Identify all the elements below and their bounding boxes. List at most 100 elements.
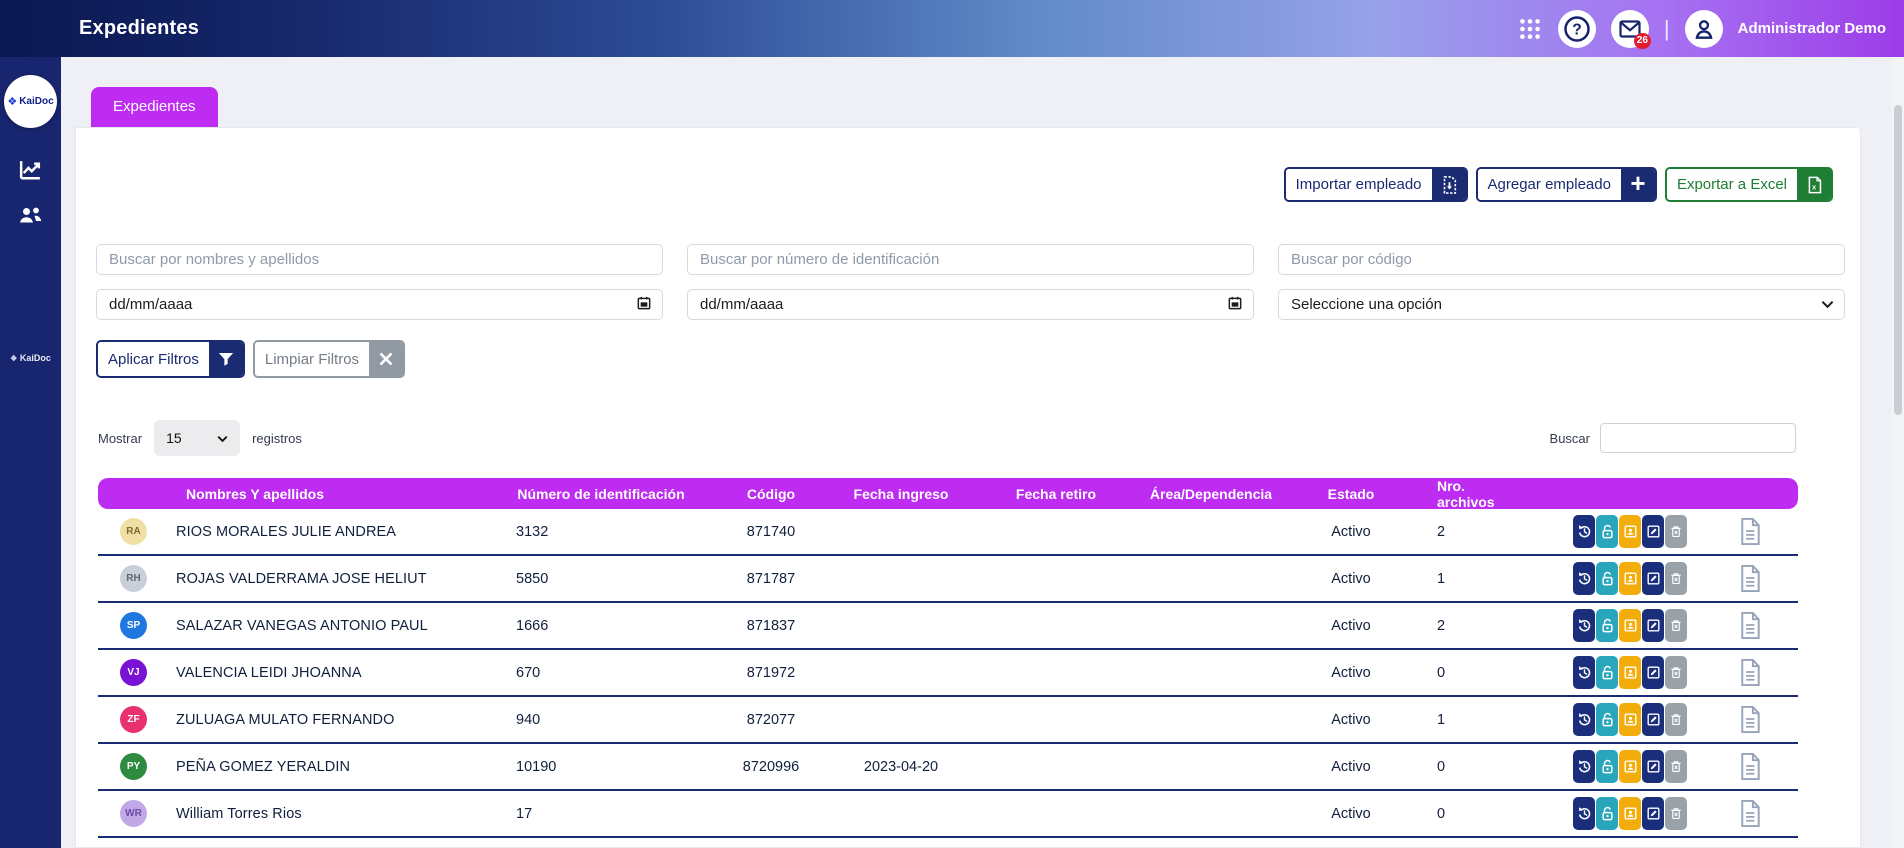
edit-button[interactable] (1642, 562, 1664, 595)
apply-filters-button[interactable]: Aplicar Filtros (96, 340, 245, 378)
table-search-input[interactable] (1600, 423, 1796, 453)
export-excel-label: Exportar a Excel (1666, 169, 1797, 200)
edit-button[interactable] (1642, 797, 1664, 830)
chevron-down-icon (1821, 296, 1834, 313)
history-button[interactable] (1573, 515, 1595, 548)
cell-actions (1521, 750, 1701, 783)
history-button[interactable] (1573, 750, 1595, 783)
history-button[interactable] (1573, 609, 1595, 642)
date-to-value: dd/mm/aaaa (700, 296, 784, 313)
column-header-id: Número de identificación (517, 486, 685, 502)
cell-files: 0 (1437, 758, 1446, 775)
document-button[interactable] (1738, 752, 1762, 781)
contact-card-button[interactable] (1619, 515, 1641, 548)
history-button[interactable] (1573, 797, 1595, 830)
delete-button[interactable] (1665, 750, 1687, 783)
delete-button[interactable] (1665, 797, 1687, 830)
cell-estado: Activo (1331, 664, 1371, 681)
edit-button[interactable] (1642, 656, 1664, 689)
tab-expedientes[interactable]: Expedientes (91, 87, 218, 127)
unlock-button[interactable] (1596, 797, 1618, 830)
table-row: PY PEÑA GOMEZ YERALDIN 10190 8720996 202… (98, 744, 1798, 791)
delete-button[interactable] (1665, 656, 1687, 689)
edit-button[interactable] (1642, 750, 1664, 783)
contact-card-button[interactable] (1619, 562, 1641, 595)
apps-grid-icon[interactable] (1517, 16, 1543, 42)
cell-name: VALENCIA LEIDI JHOANNA (176, 664, 362, 681)
delete-button[interactable] (1665, 562, 1687, 595)
clear-filters-button[interactable]: Limpiar Filtros (252, 340, 406, 378)
contact-card-button[interactable] (1619, 656, 1641, 689)
contact-card-button[interactable] (1619, 797, 1641, 830)
unlock-button[interactable] (1596, 750, 1618, 783)
cell-name: SALAZAR VANEGAS ANTONIO PAUL (176, 617, 428, 634)
user-icon[interactable] (1684, 9, 1723, 48)
tab-label: Expedientes (113, 98, 196, 115)
edit-button[interactable] (1642, 609, 1664, 642)
topbar-divider: | (1663, 15, 1670, 41)
cell-code: 871837 (746, 617, 796, 634)
cell-estado: Activo (1331, 523, 1371, 540)
search-id-input[interactable] (687, 244, 1254, 275)
apply-filters-label: Aplicar Filtros (98, 342, 209, 376)
unlock-button[interactable] (1596, 703, 1618, 736)
document-button[interactable] (1738, 658, 1762, 687)
cell-files: 0 (1437, 805, 1446, 822)
contact-card-button[interactable] (1619, 703, 1641, 736)
unlock-button[interactable] (1596, 656, 1618, 689)
sidebar-item-employees[interactable] (16, 203, 45, 227)
date-to-input[interactable]: dd/mm/aaaa (687, 289, 1254, 320)
page-size-select[interactable]: 15 (154, 420, 241, 456)
export-excel-button[interactable]: Exportar a Excel x (1664, 167, 1833, 202)
unlock-button[interactable] (1596, 562, 1618, 595)
delete-button[interactable] (1665, 703, 1687, 736)
mail-icon[interactable]: 26 (1610, 9, 1651, 49)
contact-card-button[interactable] (1619, 609, 1641, 642)
cell-estado: Activo (1331, 758, 1371, 775)
import-employee-button[interactable]: Importar empleado (1283, 167, 1468, 202)
status-select[interactable]: Seleccione una opción (1278, 289, 1845, 320)
document-button[interactable] (1738, 705, 1762, 734)
delete-button[interactable] (1665, 609, 1687, 642)
kaidoc-logo-label: KaiDoc (19, 96, 54, 107)
vertical-scrollbar[interactable] (1892, 57, 1904, 848)
cell-document (1701, 752, 1798, 781)
toolbar: Importar empleado Agregar empleado + Exp… (76, 167, 1833, 202)
add-employee-button[interactable]: Agregar empleado + (1475, 167, 1657, 202)
table-body: RA RIOS MORALES JULIE ANDREA 3132 871740… (98, 509, 1798, 838)
document-button[interactable] (1738, 564, 1762, 593)
contact-card-button[interactable] (1619, 750, 1641, 783)
search-name-input[interactable] (96, 244, 663, 275)
column-header-code: Código (746, 486, 796, 502)
calendar-icon (1227, 295, 1243, 315)
cell-id-number: 5850 (516, 570, 549, 587)
cell-fecha-ingreso: 2023-04-20 (863, 758, 939, 775)
history-button[interactable] (1573, 703, 1595, 736)
history-button[interactable] (1573, 562, 1595, 595)
document-button[interactable] (1738, 799, 1762, 828)
edit-button[interactable] (1642, 703, 1664, 736)
topbar-actions: ? 26 | Administrador Demo (1517, 9, 1904, 49)
kaidoc-logo[interactable]: ❖ KaiDoc (4, 75, 57, 128)
avatar: SP (120, 612, 147, 639)
cell-code: 871972 (746, 664, 796, 681)
sidebar-item-reports[interactable] (17, 158, 44, 183)
search-code-input[interactable] (1278, 244, 1845, 275)
unlock-button[interactable] (1596, 609, 1618, 642)
cell-files: 1 (1437, 711, 1446, 728)
cell-estado: Activo (1331, 617, 1371, 634)
scrollbar-thumb[interactable] (1894, 105, 1902, 415)
delete-button[interactable] (1665, 515, 1687, 548)
document-button[interactable] (1738, 517, 1762, 546)
cell-files: 0 (1437, 664, 1446, 681)
unlock-button[interactable] (1596, 515, 1618, 548)
cell-id-number: 17 (516, 805, 533, 822)
column-header-area: Área/Dependencia (1149, 486, 1273, 502)
date-from-input[interactable]: dd/mm/aaaa (96, 289, 663, 320)
add-employee-label: Agregar empleado (1477, 169, 1621, 200)
help-icon[interactable]: ? (1557, 9, 1596, 48)
document-button[interactable] (1738, 611, 1762, 640)
edit-button[interactable] (1642, 515, 1664, 548)
cell-name: ROJAS VALDERRAMA JOSE HELIUT (176, 570, 427, 587)
history-button[interactable] (1573, 656, 1595, 689)
